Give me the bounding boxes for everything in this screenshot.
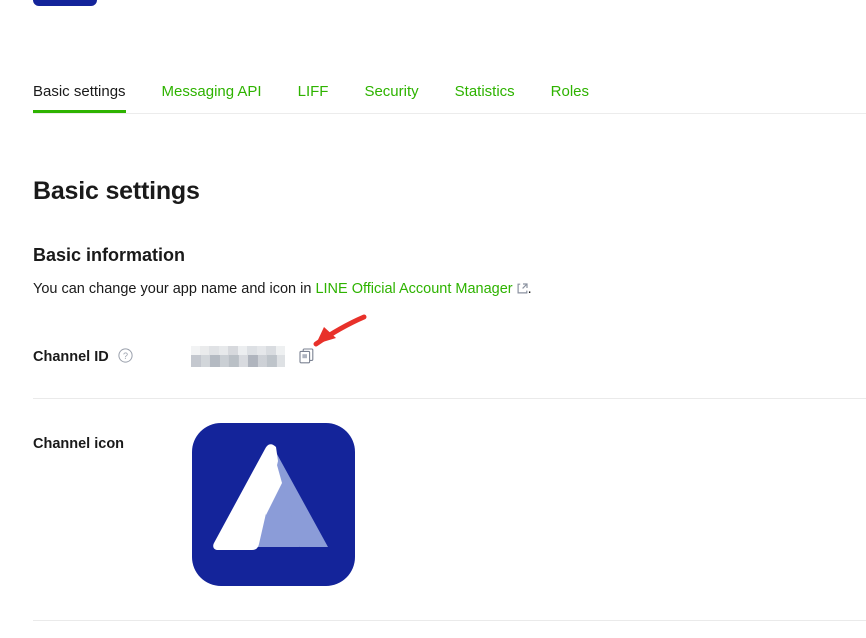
section-description: You can change your app name and icon in… (33, 280, 532, 299)
channel-app-icon[interactable] (192, 423, 355, 586)
tab-statistics[interactable]: Statistics (437, 74, 533, 113)
tab-liff[interactable]: LIFF (280, 74, 347, 113)
tab-security[interactable]: Security (346, 74, 436, 113)
svg-text:?: ? (123, 351, 128, 361)
tabbar-baseline (33, 113, 866, 114)
external-link-icon (517, 283, 528, 294)
annotation-arrow-icon (313, 314, 367, 347)
cut-off-top-element (33, 0, 97, 6)
description-period: . (527, 281, 532, 297)
tab-basic-settings[interactable]: Basic settings (33, 74, 144, 113)
channel-icon-label: Channel icon (33, 436, 125, 452)
page-title: Basic settings (33, 176, 200, 205)
row-divider (33, 620, 866, 621)
tab-roles[interactable]: Roles (533, 74, 607, 113)
section-title-basic-information: Basic information (33, 244, 186, 265)
tab-messaging-api[interactable]: Messaging API (144, 74, 280, 113)
question-circle-icon[interactable]: ? (118, 348, 133, 363)
description-text: You can change your app name and icon in (33, 281, 316, 297)
line-official-account-manager-link[interactable]: LINE Official Account Manager (315, 281, 512, 297)
tab-bar: Basic settings Messaging API LIFF Securi… (33, 74, 607, 113)
channel-id-label: Channel ID (33, 349, 109, 365)
row-divider (33, 398, 866, 399)
channel-id-value[interactable] (191, 346, 285, 367)
copy-icon[interactable] (299, 348, 314, 364)
